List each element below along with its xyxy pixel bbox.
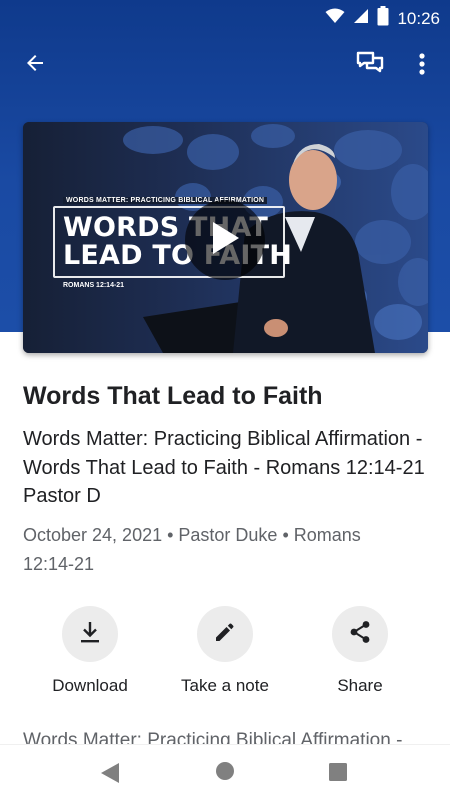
download-icon bbox=[80, 621, 100, 648]
share-icon bbox=[349, 620, 371, 649]
download-button[interactable] bbox=[62, 606, 118, 662]
sermon-subtitle: Words Matter: Practicing Biblical Affirm… bbox=[23, 428, 436, 507]
back-button[interactable] bbox=[18, 48, 52, 82]
wifi-icon bbox=[325, 8, 345, 29]
share-button[interactable] bbox=[332, 606, 388, 662]
status-bar: 10:26 bbox=[0, 0, 450, 32]
video-player[interactable]: WORDS MATTER: PRACTICING BIBLICAL AFFIRM… bbox=[23, 122, 428, 353]
play-icon bbox=[209, 220, 241, 261]
share-label: Share bbox=[337, 676, 383, 695]
chat-icon bbox=[356, 51, 384, 82]
share-action[interactable]: Share bbox=[300, 606, 420, 696]
nav-recents-icon[interactable] bbox=[328, 762, 348, 787]
arrow-back-icon bbox=[23, 51, 47, 80]
more-vert-icon bbox=[419, 52, 425, 80]
sermon-meta: October 24, 2021 • Pastor Duke • Romans … bbox=[23, 525, 361, 574]
battery-icon bbox=[377, 6, 389, 31]
status-icons: 10:26 bbox=[325, 6, 440, 31]
system-nav-bar bbox=[0, 744, 450, 800]
take-note-action[interactable]: Take a note bbox=[165, 606, 285, 696]
thumbnail-scripture-reference: ROMANS 12:14-21 bbox=[63, 282, 125, 289]
status-time: 10:26 bbox=[397, 8, 440, 28]
play-button[interactable] bbox=[185, 200, 265, 280]
nav-home-icon[interactable] bbox=[215, 761, 235, 786]
download-action[interactable]: Download bbox=[30, 606, 150, 696]
take-note-label: Take a note bbox=[181, 676, 269, 695]
description-preview: Words Matter: Practicing Biblical Affirm… bbox=[23, 730, 403, 745]
action-row: Download Take a note Share bbox=[0, 606, 450, 706]
download-label: Download bbox=[52, 676, 128, 695]
app-bar bbox=[0, 36, 450, 96]
take-note-button[interactable] bbox=[197, 606, 253, 662]
nav-back-icon[interactable] bbox=[100, 762, 120, 789]
sermon-title: Words That Lead to Faith bbox=[23, 382, 323, 410]
chat-button[interactable] bbox=[352, 48, 388, 84]
more-options-button[interactable] bbox=[408, 48, 436, 84]
pencil-icon bbox=[215, 622, 235, 647]
thumbnail-headline: WORDS THAT LEAD TO FAITH bbox=[63, 212, 293, 271]
cell-signal-icon bbox=[353, 8, 369, 29]
